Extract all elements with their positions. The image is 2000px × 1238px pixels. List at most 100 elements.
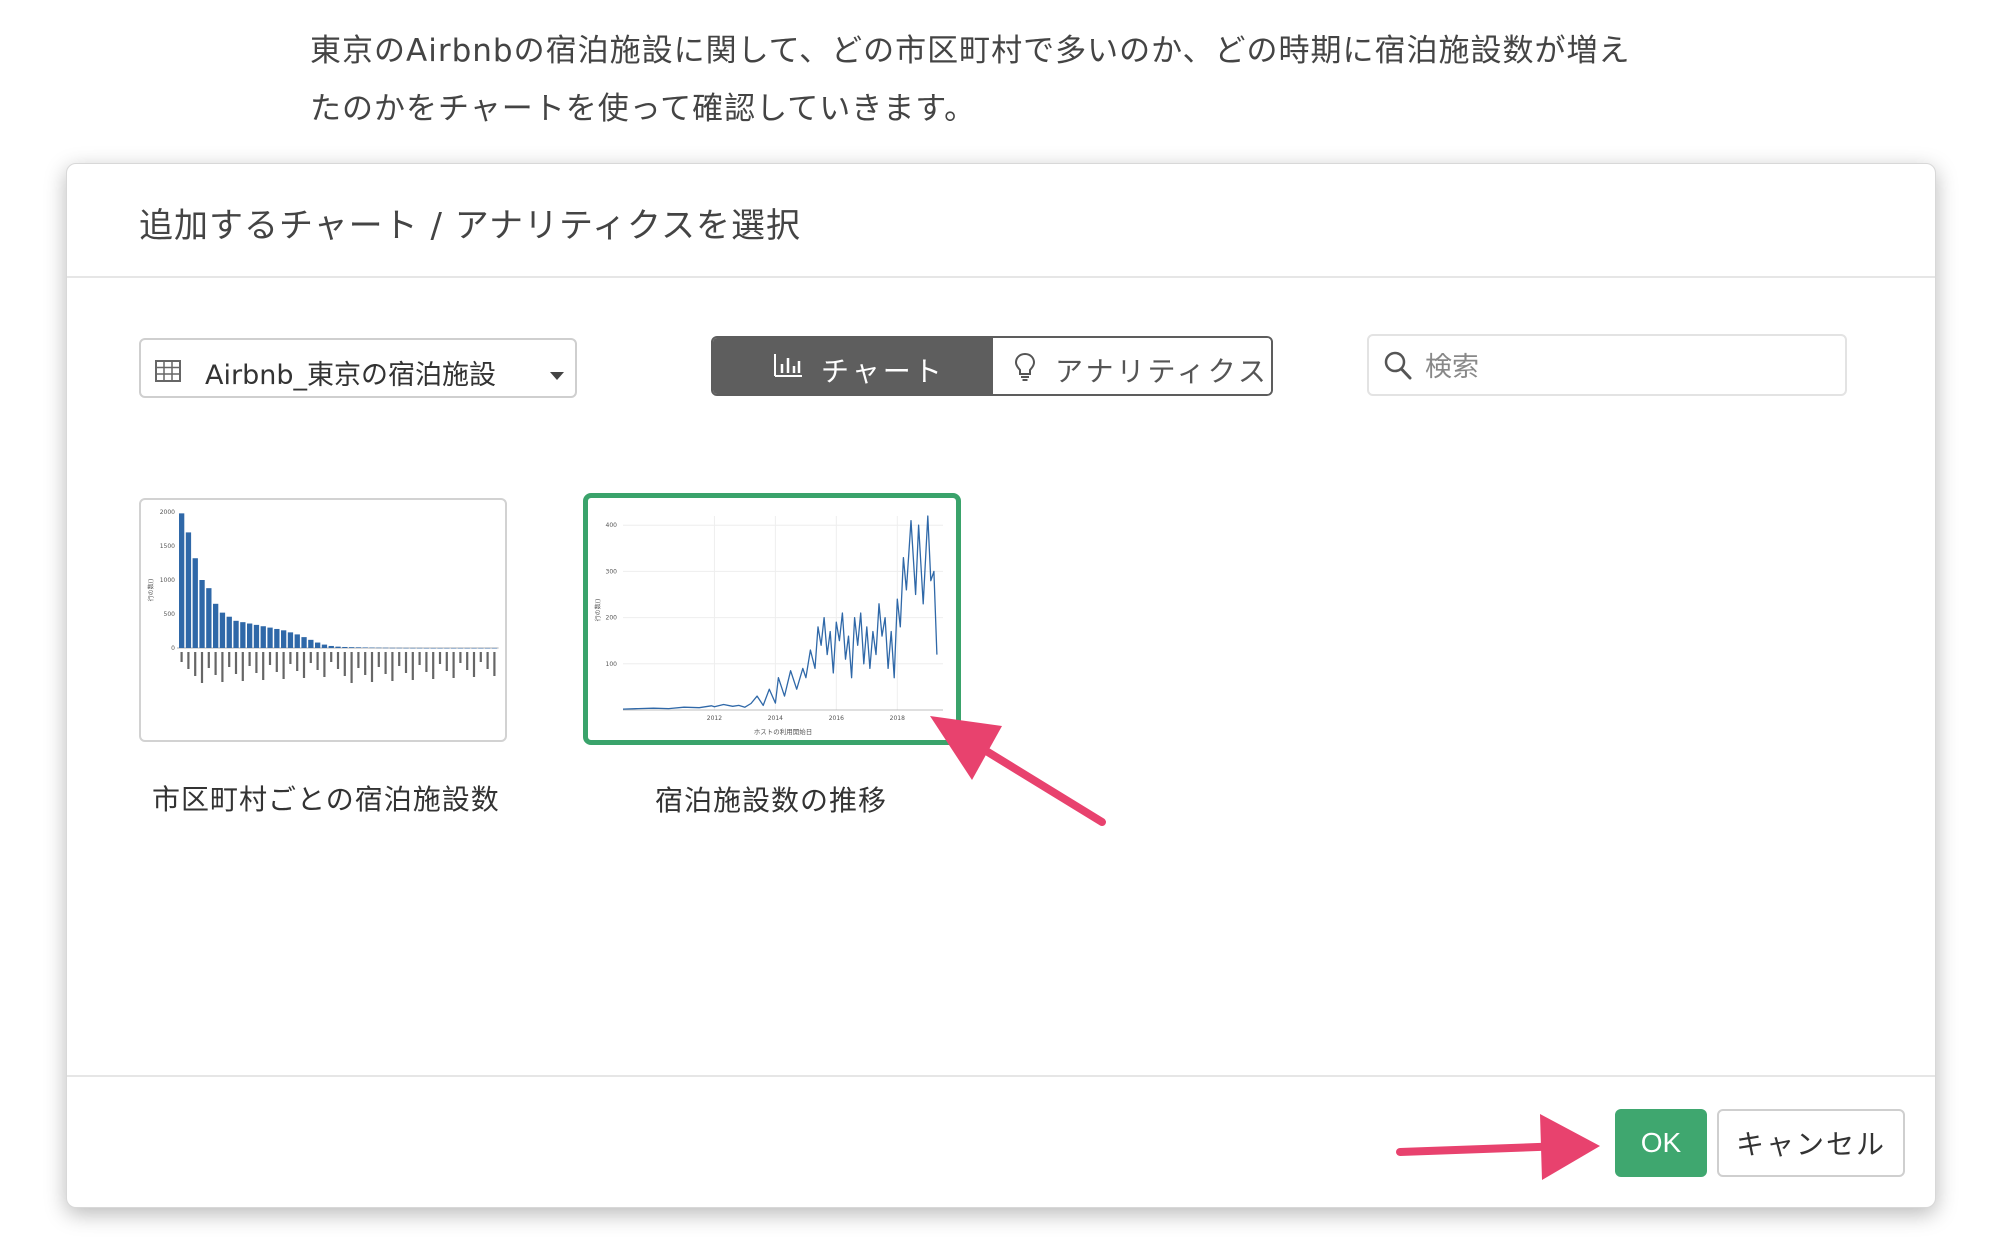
y-tick-label: 1500 <box>160 543 175 550</box>
y-tick-label: 100 <box>606 661 618 668</box>
bar <box>315 642 321 648</box>
x-tick-label-mark <box>323 652 326 677</box>
x-tick-label-mark <box>268 652 272 665</box>
chart-card-caption: 宿泊施設数の推移 <box>655 784 888 817</box>
cancel-button[interactable]: キャンセル <box>1717 1109 1905 1177</box>
x-tick-label: 2014 <box>768 715 783 722</box>
x-tick-label: 2016 <box>829 715 844 722</box>
bar-chart-icon <box>773 352 803 382</box>
ok-button[interactable]: OK <box>1615 1109 1707 1177</box>
x-tick-label-mark <box>452 652 455 678</box>
x-tick-label-mark <box>364 652 367 675</box>
x-tick-label-mark <box>384 652 387 674</box>
x-tick-label-mark <box>309 652 312 663</box>
series-line <box>622 515 938 710</box>
x-tick-label-mark <box>404 652 408 673</box>
bar <box>376 647 382 649</box>
x-tick-label-mark <box>370 652 374 682</box>
x-tick-label-mark <box>377 652 380 667</box>
bar <box>383 647 389 649</box>
bar <box>430 647 436 649</box>
bar <box>301 637 307 648</box>
x-tick-label-mark <box>466 652 469 670</box>
bar <box>464 647 470 649</box>
bar <box>287 632 294 648</box>
x-tick-label-mark <box>262 652 265 680</box>
x-axis-label: ホストの利用開始日 <box>754 727 813 736</box>
bar <box>247 623 253 648</box>
chart-card-caption: 市区町村ごとの宿泊施設数 <box>152 783 500 816</box>
y-tick-label: 0 <box>171 645 175 652</box>
caret-down-icon <box>549 366 565 385</box>
x-tick-label-mark <box>330 652 333 662</box>
x-tick-label-mark <box>228 652 231 667</box>
bar <box>342 646 348 648</box>
x-tick-label-mark <box>221 652 224 682</box>
bar <box>185 532 192 648</box>
intro-line-1: 東京のAirbnbの宿泊施設に関して、どの市区町村で多いのか、どの時期に宿泊施設… <box>310 33 1631 69</box>
tab-analytics-label: アナリティクス <box>1055 355 1269 388</box>
lightbulb-icon <box>1013 352 1037 386</box>
bar <box>328 645 334 648</box>
x-tick-label-mark <box>398 652 401 666</box>
bar-chart-thumbnail: 2000 1500 1000 500 0 行の数() <box>147 509 499 683</box>
dataset-select[interactable]: Airbnb_東京の宿泊施設 <box>139 338 577 398</box>
x-tick-label-mark <box>350 652 353 683</box>
x-tick-label-mark <box>479 652 482 662</box>
search-icon <box>1383 350 1413 386</box>
bar <box>362 647 368 648</box>
x-tick-label-mark <box>200 652 204 683</box>
bar <box>437 647 443 649</box>
bar <box>417 647 423 649</box>
tab-chart[interactable]: チャート <box>713 338 993 394</box>
bar <box>369 647 375 649</box>
bar <box>274 628 280 648</box>
bar <box>471 647 477 649</box>
x-tick-label-mark <box>472 652 476 677</box>
chart-analytics-toggle: チャート アナリティクス <box>711 336 1273 396</box>
bar <box>253 624 260 648</box>
x-tick-label-mark <box>438 652 442 664</box>
x-tick-label-mark <box>432 652 435 679</box>
x-tick-label-mark <box>255 652 258 673</box>
bar <box>423 647 430 649</box>
bar <box>179 513 185 648</box>
bar <box>444 647 450 649</box>
bar <box>349 647 355 648</box>
chart-thumbnail-selected: 400 300 200 100 2012 2014 2016 2018 ホストの利用開始日 行の数… <box>583 493 961 745</box>
x-tick-label-mark <box>282 652 285 679</box>
search-box <box>1367 334 1847 396</box>
bar <box>219 612 226 648</box>
y-tick-label: 300 <box>606 568 618 575</box>
x-tick-label-mark <box>302 652 306 678</box>
dialog-header: 追加するチャート / アナリティクスを選択 <box>67 164 1935 278</box>
search-input[interactable] <box>1423 346 1827 388</box>
x-tick-label-mark <box>445 652 448 671</box>
bar <box>355 647 362 648</box>
x-tick-label-mark <box>248 652 251 666</box>
bar <box>485 647 491 649</box>
bar <box>206 588 212 648</box>
x-tick-label-mark <box>207 652 210 668</box>
x-tick-label-mark <box>180 652 183 662</box>
bar <box>491 647 498 649</box>
x-tick-label-mark <box>357 652 360 668</box>
x-tick-label-mark <box>316 652 319 670</box>
x-tick-label-mark <box>425 652 428 672</box>
tab-analytics[interactable]: アナリティクス <box>993 338 1271 394</box>
bar <box>335 646 341 648</box>
y-tick-label: 2000 <box>160 509 175 516</box>
bar <box>192 558 198 648</box>
bar <box>281 630 287 648</box>
x-tick-label-mark <box>391 652 394 681</box>
bar <box>396 647 402 649</box>
y-axis-label: 行の数() <box>594 599 602 622</box>
y-tick-label: 500 <box>164 611 176 618</box>
x-tick-label-mark <box>234 652 238 674</box>
line-chart-thumbnail: 400 300 200 100 2012 2014 2016 2018 ホストの利用開始日 行の数… <box>594 515 943 736</box>
chart-select-dialog: 追加するチャート / アナリティクスを選択 Airbnb_東京の宿泊施設 チャー… <box>66 163 1936 1208</box>
bar <box>457 647 464 649</box>
x-tick-label-mark <box>486 652 489 669</box>
tab-chart-label: チャート <box>821 355 945 388</box>
bar <box>321 644 328 648</box>
